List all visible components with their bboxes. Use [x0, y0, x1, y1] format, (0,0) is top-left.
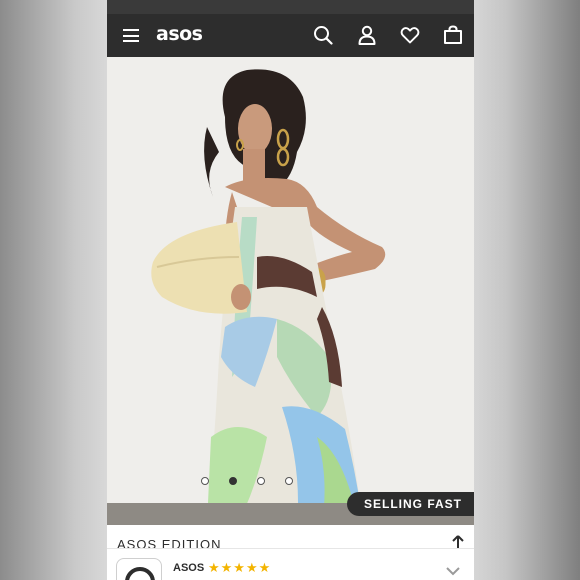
search-icon[interactable]: [313, 25, 333, 45]
carousel-dot[interactable]: [200, 477, 209, 485]
carousel-dots[interactable]: [107, 477, 430, 485]
model-photo-illustration: [151, 69, 386, 525]
seller-review-bar[interactable]: ASOS ★★★★★: [107, 548, 474, 580]
product-image[interactable]: SELLING FAST: [107, 57, 474, 525]
account-icon[interactable]: [357, 25, 377, 45]
seller-logo: [116, 558, 162, 580]
carousel-dot[interactable]: [284, 477, 293, 485]
status-bar: [107, 0, 474, 14]
seller-name: ASOS: [173, 562, 205, 574]
arrow-up-icon[interactable]: [452, 535, 464, 549]
site-header: asos: [107, 14, 474, 57]
seller-logo-ring: [125, 567, 155, 580]
heart-icon[interactable]: [400, 25, 420, 45]
background-left: [0, 0, 107, 580]
chevron-down-icon[interactable]: [446, 566, 460, 576]
mobile-page: asos SELLING FAST ASOS EDITION ASOS ★★★★…: [107, 0, 474, 580]
carousel-dot-active[interactable]: [228, 477, 237, 485]
rating-stars: ★★★★★: [208, 560, 272, 575]
carousel-dot[interactable]: [256, 477, 265, 485]
background-right: [473, 0, 580, 580]
menu-icon[interactable]: [123, 29, 139, 42]
selling-fast-badge: SELLING FAST: [346, 492, 474, 516]
asos-logo[interactable]: asos: [156, 23, 203, 45]
bag-icon[interactable]: [443, 25, 463, 45]
